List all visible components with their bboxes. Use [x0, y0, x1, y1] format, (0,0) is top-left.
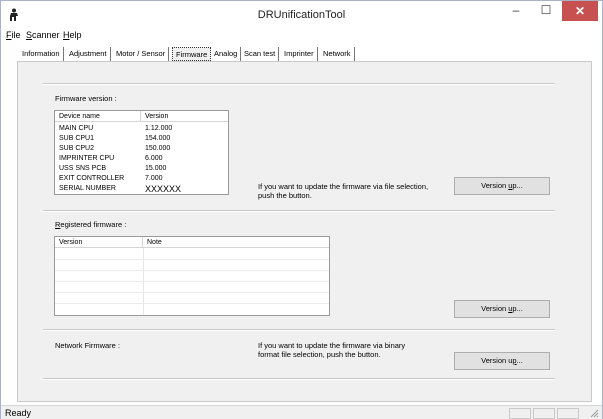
resize-grip-icon[interactable]: [589, 408, 599, 418]
separator: [43, 329, 555, 331]
version-up-registered-button[interactable]: Version up...: [454, 300, 550, 318]
table-row[interactable]: MAIN CPU 1.12.000: [55, 124, 228, 134]
table-row[interactable]: SUB CPU2 150.000: [55, 144, 228, 154]
version-up-network-button[interactable]: Version up...: [454, 352, 550, 370]
close-button[interactable]: ✕: [562, 1, 598, 21]
device-name: EXIT CONTROLLER: [59, 175, 125, 182]
device-version: 7.000: [145, 175, 163, 182]
device-name: USS SNS PCB: [59, 165, 107, 172]
table-row[interactable]: SERIAL NUMBER XXXXXX: [55, 184, 228, 194]
menu-help[interactable]: Help: [63, 30, 82, 40]
table-row[interactable]: EXIT CONTROLLER 7.000: [55, 174, 228, 184]
tab-imprinter[interactable]: Imprinter: [281, 47, 318, 61]
device-version: 15.000: [145, 165, 167, 172]
network-hint-line1: If you want to update the firmware via b…: [258, 341, 406, 350]
row-divider: [55, 281, 329, 282]
device-name: MAIN CPU: [59, 125, 94, 132]
menu-bar: File Scanner Help: [1, 29, 602, 43]
tab-analog[interactable]: Analog: [211, 47, 242, 61]
firmware-hint-line2: push the button.: [258, 191, 312, 200]
separator: [43, 83, 555, 85]
device-name: IMPRINTER CPU: [59, 155, 115, 162]
separator: [43, 378, 555, 380]
firmware-version-label: Firmware version :: [55, 94, 117, 103]
minimize-button[interactable]: –: [502, 1, 530, 21]
device-version: XXXXXX: [145, 184, 182, 194]
row-divider: [55, 303, 329, 304]
device-name: SUB CPU1: [59, 135, 95, 142]
status-pane: [557, 408, 579, 419]
column-note[interactable]: Note: [143, 237, 329, 248]
table-row[interactable]: USS SNS PCB 15.000: [55, 164, 228, 174]
device-version: 150.000: [145, 145, 171, 152]
row-divider: [55, 292, 329, 293]
status-pane: [509, 408, 531, 419]
tab-adjustment[interactable]: Adjustment: [66, 47, 111, 61]
device-name: SUB CPU2: [59, 145, 95, 152]
registered-firmware-table[interactable]: Version Note: [54, 236, 330, 316]
title-bar[interactable]: DRUnificationTool – ☐ ✕: [1, 1, 602, 29]
column-version[interactable]: Version: [55, 237, 143, 248]
tab-motor-sensor[interactable]: Motor / Sensor: [113, 47, 170, 61]
row-divider: [55, 259, 329, 260]
menu-scanner[interactable]: Scanner: [26, 30, 60, 40]
tab-information[interactable]: Information: [19, 47, 64, 61]
tab-firmware[interactable]: Firmware: [172, 47, 212, 61]
status-bar: Ready: [1, 405, 602, 419]
device-version: 6.000: [145, 155, 163, 162]
menu-file[interactable]: File: [6, 30, 21, 40]
status-text: Ready: [5, 408, 32, 418]
network-hint-line2: format file selection, push the button.: [258, 350, 381, 359]
app-window: DRUnificationTool – ☐ ✕ File Scanner Hel…: [0, 0, 603, 419]
separator: [43, 210, 555, 212]
firmware-hint-line1: If you want to update the firmware via f…: [258, 182, 429, 191]
tab-network[interactable]: Network: [320, 47, 355, 61]
maximize-button[interactable]: ☐: [532, 1, 560, 21]
tab-scan-test[interactable]: Scan test: [241, 47, 280, 61]
table-row[interactable]: SUB CPU1 154.000: [55, 134, 228, 144]
column-version[interactable]: Version: [141, 111, 228, 122]
registered-table-header: Version Note: [55, 237, 329, 248]
table-row[interactable]: IMPRINTER CPU 6.000: [55, 154, 228, 164]
column-device-name[interactable]: Device name: [55, 111, 141, 122]
device-version: 154.000: [145, 135, 171, 142]
row-divider: [55, 270, 329, 271]
device-version: 1.12.000: [145, 125, 173, 132]
firmware-table[interactable]: Device name Version MAIN CPU 1.12.000 SUB…: [54, 110, 229, 195]
firmware-table-header: Device name Version: [55, 111, 228, 122]
network-firmware-label: Network Firmware :: [55, 341, 121, 350]
device-name: SERIAL NUMBER: [59, 185, 116, 192]
version-up-file-button[interactable]: Version up...: [454, 177, 550, 195]
registered-firmware-label: Registered firmware :: [55, 220, 127, 229]
status-pane: [533, 408, 555, 419]
